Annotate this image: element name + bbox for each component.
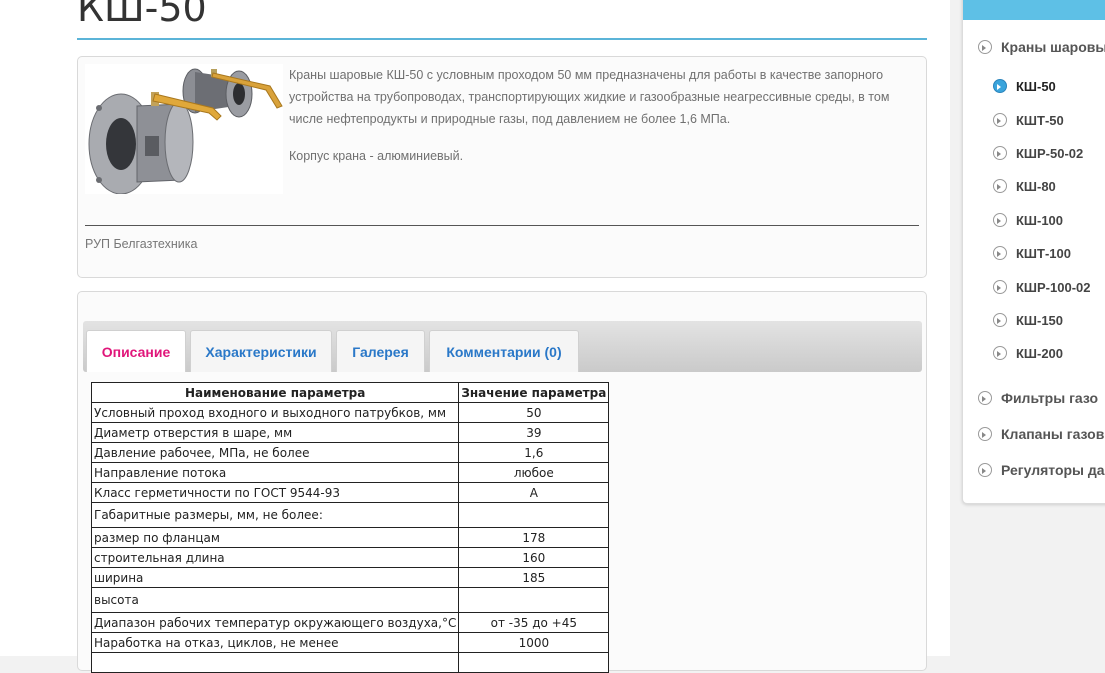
description-text: Краны шаровые КШ-50 с условным проходом … bbox=[289, 68, 890, 126]
sidebar-category-ball-valves[interactable]: Краны шаровы bbox=[978, 39, 1105, 55]
product-intro-card: Краны шаровые КШ-50 с условным проходом … bbox=[77, 56, 927, 278]
param-name: Направление потока bbox=[90, 462, 460, 483]
chevron-right-icon bbox=[993, 146, 1007, 160]
param-value: 1,6 bbox=[458, 442, 610, 463]
param-value: 160 bbox=[458, 547, 610, 568]
sidebar-item-kshr-100-02[interactable]: КШР-100-02 bbox=[993, 280, 1090, 295]
sidebar-item-label: КШ-200 bbox=[1016, 346, 1064, 361]
table-row: строительная длина 160 bbox=[90, 547, 610, 568]
chevron-right-icon bbox=[993, 213, 1007, 227]
divider bbox=[85, 225, 919, 226]
chevron-right-icon bbox=[978, 391, 992, 405]
tab-comments[interactable]: Комментарии (0) bbox=[429, 330, 579, 372]
table-header-row: Наименование параметра Значение параметр… bbox=[90, 382, 610, 403]
chevron-right-icon bbox=[993, 179, 1007, 193]
table-row: Давление рабочее, МПа, не более 1,6 bbox=[90, 442, 610, 463]
param-value: любое bbox=[458, 462, 610, 483]
param-name: Габаритные размеры, мм, не более: bbox=[90, 502, 460, 528]
sidebar-item-label: КШ-100 bbox=[1016, 213, 1064, 228]
sidebar-item-label: КШ-50 bbox=[1016, 79, 1056, 94]
sidebar-item-ksh-100[interactable]: КШ-100 bbox=[993, 213, 1063, 228]
sidebar-category-label: Регуляторы да bbox=[1001, 462, 1105, 478]
chevron-right-icon bbox=[978, 427, 992, 441]
param-value: от -35 до +45 bbox=[458, 612, 610, 633]
product-description: Краны шаровые КШ-50 с условным проходом … bbox=[289, 64, 919, 182]
param-value: А bbox=[458, 482, 610, 503]
chevron-right-icon bbox=[993, 280, 1007, 294]
manufacturer-label: РУП Белгазтехника bbox=[85, 237, 198, 251]
sidebar-item-ksh-50[interactable]: КШ-50 bbox=[993, 79, 1056, 94]
column-header-value: Значение параметра bbox=[458, 382, 610, 403]
sidebar-item-ksht-100[interactable]: КШТ-100 bbox=[993, 246, 1071, 261]
param-name: ширина bbox=[90, 567, 460, 588]
category-sidebar: Краны шаровы КШ-50 КШТ-50 КШР-50-02 КШ-8… bbox=[962, 0, 1105, 504]
chevron-right-icon bbox=[993, 346, 1007, 360]
sidebar-category-pressure-regulators[interactable]: Регуляторы да bbox=[978, 462, 1105, 478]
tab-specifications[interactable]: Характеристики bbox=[190, 330, 332, 372]
chevron-right-icon bbox=[993, 246, 1007, 260]
param-value bbox=[458, 502, 610, 528]
table-row: Габаритные размеры, мм, не более: bbox=[90, 502, 610, 528]
table-row: Класс герметичности по ГОСТ 9544-93 А bbox=[90, 482, 610, 503]
sidebar-item-ksht-50[interactable]: КШТ-50 bbox=[993, 113, 1064, 128]
param-value: 50 bbox=[458, 402, 610, 423]
sidebar-category-label: Краны шаровы bbox=[1001, 39, 1105, 55]
param-value: 185 bbox=[458, 567, 610, 588]
sidebar-item-label: КШТ-100 bbox=[1016, 246, 1071, 261]
chevron-right-icon bbox=[978, 40, 992, 54]
tab-bar: Описание Характеристики Галерея Коммента… bbox=[83, 321, 922, 372]
table-row: ширина 185 bbox=[90, 567, 610, 588]
sidebar-item-label: КШ-80 bbox=[1016, 179, 1056, 194]
sidebar-item-ksh-80[interactable]: КШ-80 bbox=[993, 179, 1056, 194]
sidebar-category-gas-valves[interactable]: Клапаны газов bbox=[978, 426, 1104, 442]
table-row: Диаметр отверстия в шаре, мм 39 bbox=[90, 422, 610, 443]
param-value: 39 bbox=[458, 422, 610, 443]
table-row: Направление потока любое bbox=[90, 462, 610, 483]
param-name: Условный проход входного и выходного пат… bbox=[90, 402, 460, 423]
sidebar-item-ksh-150[interactable]: КШ-150 bbox=[993, 313, 1063, 328]
table-row: Наработка на отказ, циклов, не менее 100… bbox=[90, 632, 610, 653]
page-title: КШ-50 bbox=[77, 0, 207, 30]
table-row: высота bbox=[90, 587, 610, 613]
sidebar-item-label: КШР-50-02 bbox=[1016, 146, 1084, 161]
sidebar-category-gas-filters[interactable]: Фильтры газо bbox=[978, 390, 1098, 406]
param-name: высота bbox=[90, 587, 460, 613]
param-value: 178 bbox=[458, 527, 610, 548]
title-underline bbox=[77, 38, 927, 40]
param-name: размер по фланцам bbox=[90, 527, 460, 548]
param-value bbox=[458, 587, 610, 613]
param-value: 1000 bbox=[458, 632, 610, 653]
table-row: Диапазон рабочих температур окружающего … bbox=[90, 612, 610, 633]
sidebar-category-label: Клапаны газов bbox=[1001, 426, 1105, 442]
param-name: строительная длина bbox=[90, 547, 460, 568]
tab-description[interactable]: Описание bbox=[86, 330, 186, 372]
body-material-note: Корпус крана - алюминиевый. bbox=[289, 149, 464, 163]
param-name: Давление рабочее, МПа, не более bbox=[90, 442, 460, 463]
param-name: Класс герметичности по ГОСТ 9544-93 bbox=[90, 482, 460, 503]
sidebar-item-label: КШТ-50 bbox=[1016, 113, 1064, 128]
sidebar-header bbox=[963, 0, 1105, 20]
sidebar-item-label: КШР-100-02 bbox=[1016, 280, 1091, 295]
chevron-right-icon bbox=[978, 463, 992, 477]
chevron-right-icon bbox=[993, 313, 1007, 327]
sidebar-item-kshr-50-02[interactable]: КШР-50-02 bbox=[993, 146, 1083, 161]
product-image[interactable] bbox=[85, 64, 283, 194]
column-header-parameter: Наименование параметра bbox=[90, 382, 460, 403]
parameters-table: Наименование параметра Значение параметр… bbox=[90, 382, 610, 673]
param-name: Наработка на отказ, циклов, не менее bbox=[90, 632, 460, 653]
param-name: Диаметр отверстия в шаре, мм bbox=[90, 422, 460, 443]
sidebar-category-label: Фильтры газо bbox=[1001, 390, 1099, 406]
table-row: размер по фланцам 178 bbox=[90, 527, 610, 548]
chevron-right-icon bbox=[993, 113, 1007, 127]
param-name: Диапазон рабочих температур окружающего … bbox=[90, 612, 460, 633]
sidebar-item-label: КШ-150 bbox=[1016, 313, 1064, 328]
chevron-right-icon bbox=[993, 79, 1007, 93]
tab-gallery[interactable]: Галерея bbox=[336, 330, 425, 372]
sidebar-item-ksh-200[interactable]: КШ-200 bbox=[993, 346, 1063, 361]
table-row: Условный проход входного и выходного пат… bbox=[90, 402, 610, 423]
product-tabs-card: Описание Характеристики Галерея Коммента… bbox=[77, 291, 927, 673]
